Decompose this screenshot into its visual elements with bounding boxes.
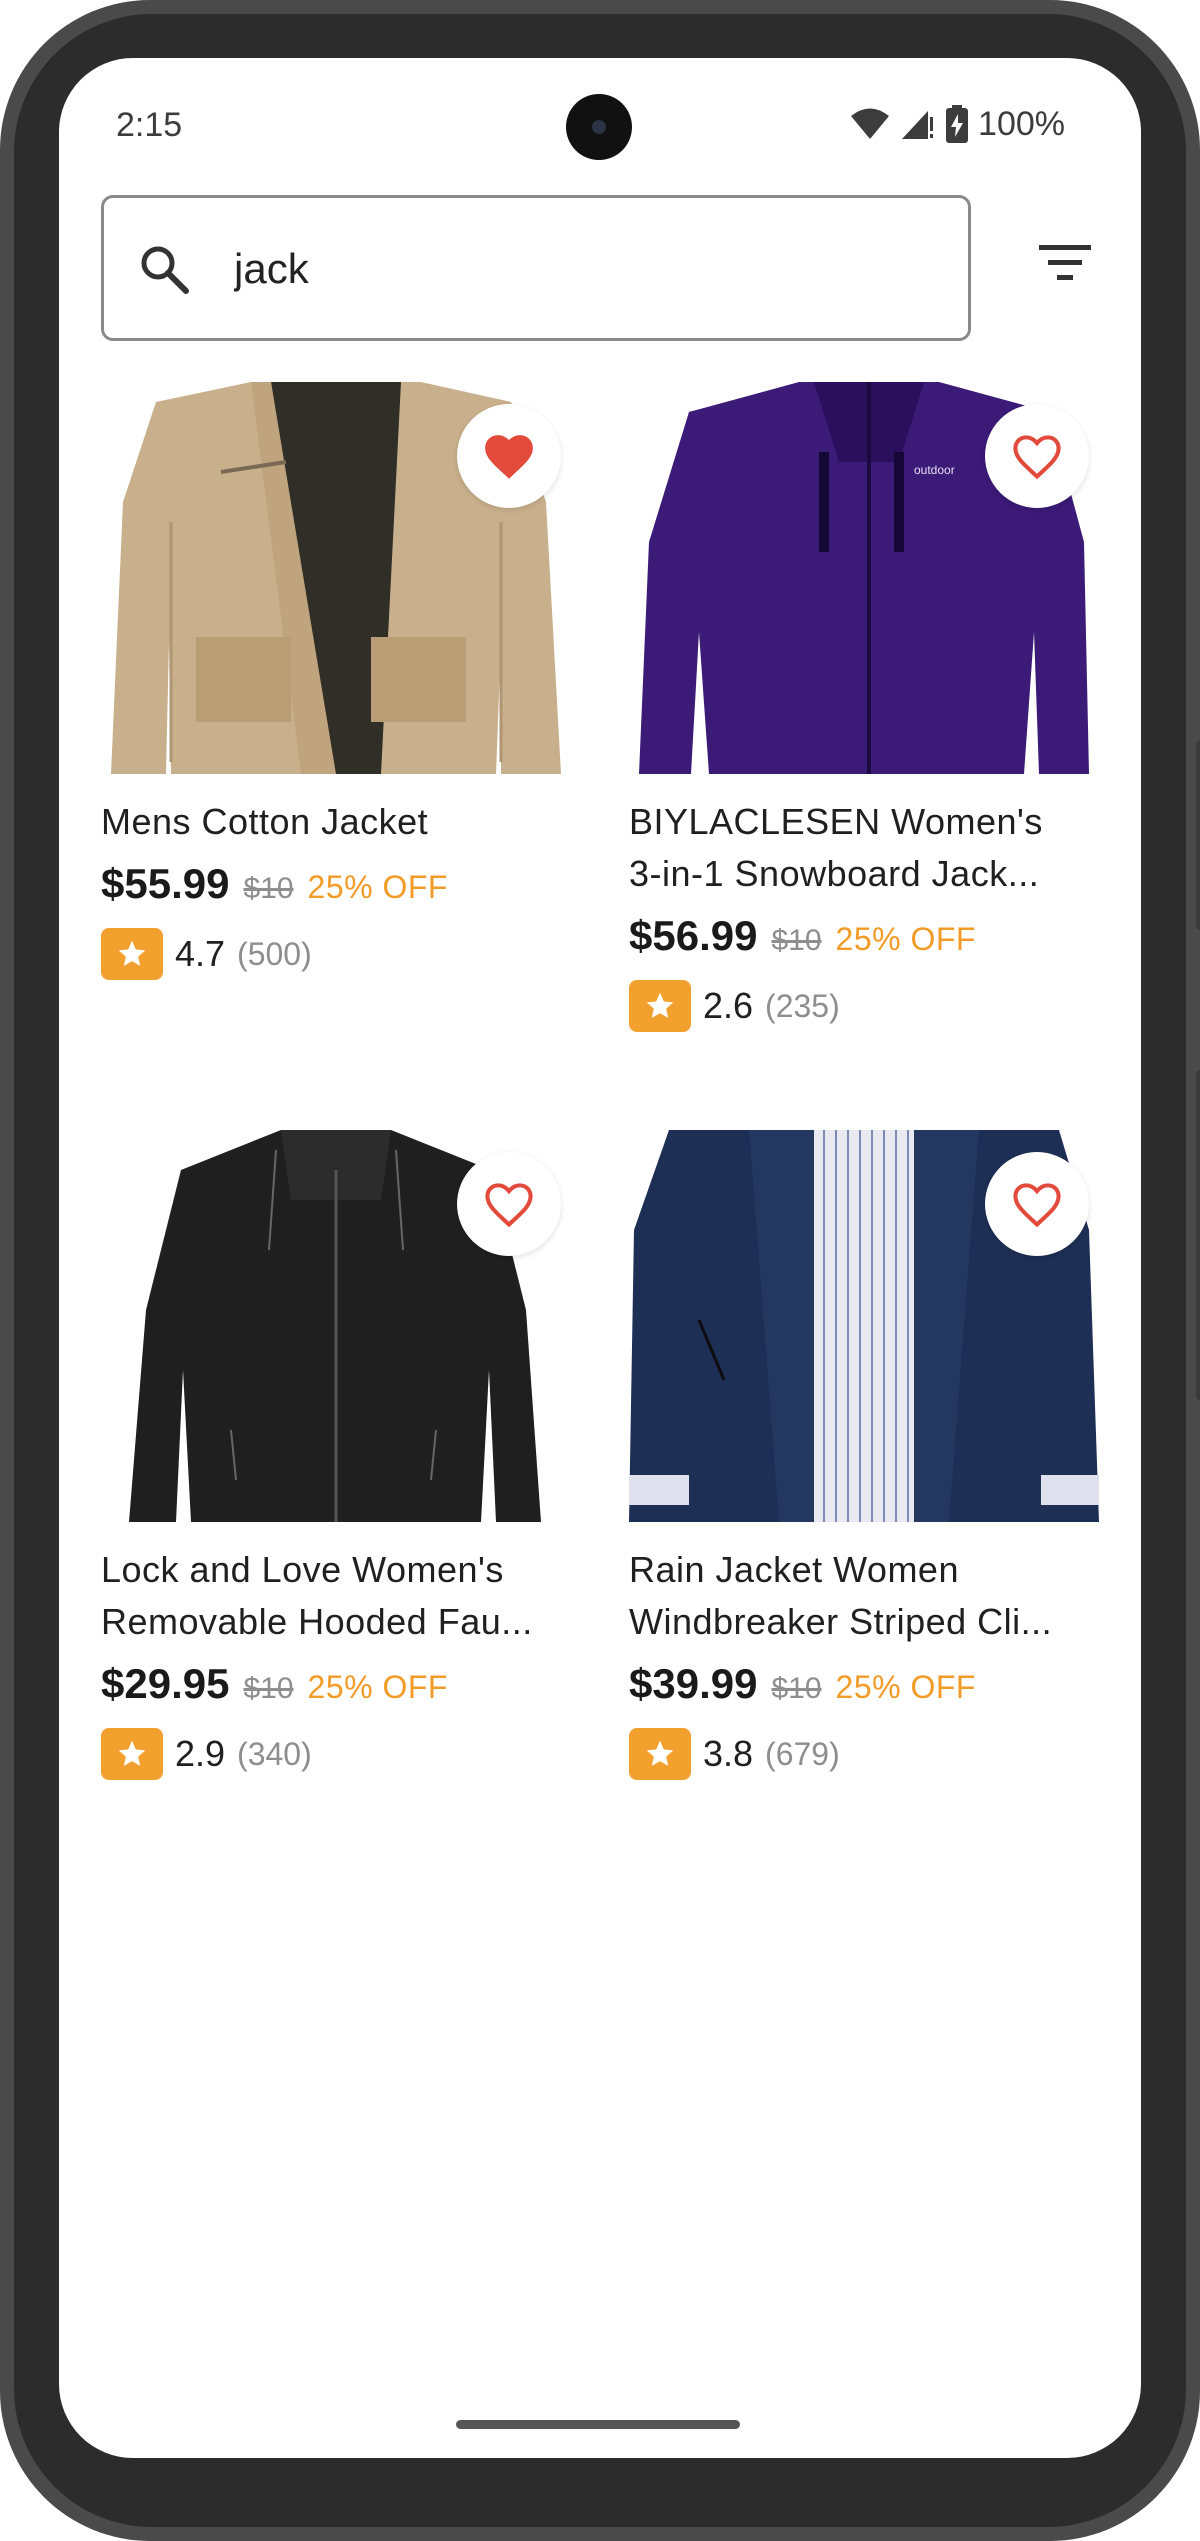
price-row: $39.99 $10 25% OFF bbox=[629, 1660, 976, 1708]
product-card[interactable]: Lock and Love Women's Removable Hooded F… bbox=[101, 1130, 571, 1830]
product-title[interactable]: Lock and Love Women's Removable Hooded F… bbox=[101, 1544, 571, 1648]
favorite-button[interactable] bbox=[457, 404, 561, 508]
phone-frame: 2:15 100% jack Mens Cotton Jacket $55.99… bbox=[0, 0, 1200, 2541]
price: $39.99 bbox=[629, 1660, 758, 1707]
heart-outline-icon bbox=[1013, 435, 1061, 480]
search-icon bbox=[141, 246, 189, 294]
price-row: $56.99 $10 25% OFF bbox=[629, 912, 976, 960]
heart-outline-icon bbox=[485, 1183, 533, 1228]
search-bar[interactable] bbox=[101, 195, 971, 341]
price-row: $29.95 $10 25% OFF bbox=[101, 1660, 448, 1708]
product-title[interactable]: Rain Jacket Women Windbreaker Striped Cl… bbox=[629, 1544, 1099, 1648]
front-camera bbox=[566, 94, 632, 160]
heart-outline-icon bbox=[1013, 1183, 1061, 1228]
rating-row: 3.8 (679) bbox=[629, 1728, 840, 1780]
price-row: $55.99 $10 25% OFF bbox=[101, 860, 448, 908]
star-icon bbox=[629, 1728, 691, 1780]
rating-value: 3.8 bbox=[703, 1733, 754, 1774]
favorite-button[interactable] bbox=[985, 404, 1089, 508]
discount-badge: 25% OFF bbox=[307, 869, 448, 905]
old-price: $10 bbox=[243, 872, 294, 905]
old-price: $10 bbox=[771, 924, 822, 957]
rating-row: 2.9 (340) bbox=[101, 1728, 312, 1780]
favorite-button[interactable] bbox=[985, 1152, 1089, 1256]
old-price: $10 bbox=[771, 1672, 822, 1705]
search-input[interactable] bbox=[234, 234, 934, 304]
product-card[interactable]: outdoor BIYLACLESEN Women's 3-in-1 Snowb… bbox=[629, 382, 1099, 1082]
price: $56.99 bbox=[629, 912, 758, 959]
discount-badge: 25% OFF bbox=[307, 1669, 448, 1705]
svg-text:outdoor: outdoor bbox=[914, 463, 955, 477]
rating-value: 2.9 bbox=[175, 1733, 226, 1774]
star-icon bbox=[629, 980, 691, 1032]
volume-button bbox=[1196, 1070, 1200, 1400]
review-count: (340) bbox=[237, 1735, 312, 1772]
old-price: $10 bbox=[243, 1672, 294, 1705]
power-button bbox=[1196, 740, 1200, 930]
signal-icon bbox=[902, 111, 934, 139]
review-count: (500) bbox=[237, 935, 312, 972]
review-count: (679) bbox=[765, 1735, 840, 1772]
favorite-button[interactable] bbox=[457, 1152, 561, 1256]
rating-value: 2.6 bbox=[703, 985, 754, 1026]
battery-charging-icon bbox=[946, 105, 969, 143]
rating-row: 2.6 (235) bbox=[629, 980, 840, 1032]
product-title[interactable]: BIYLACLESEN Women's 3-in-1 Snowboard Jac… bbox=[629, 796, 1099, 900]
product-card[interactable]: Mens Cotton Jacket $55.99 $10 25% OFF 4.… bbox=[101, 382, 571, 1082]
rating-value: 4.7 bbox=[175, 933, 226, 974]
heart-filled-icon bbox=[485, 435, 533, 479]
product-title[interactable]: Mens Cotton Jacket bbox=[101, 796, 571, 848]
filter-icon[interactable] bbox=[1039, 243, 1091, 283]
price: $29.95 bbox=[101, 1660, 230, 1707]
discount-badge: 25% OFF bbox=[835, 1669, 976, 1705]
star-icon bbox=[101, 928, 163, 980]
screen: 2:15 100% jack Mens Cotton Jacket $55.99… bbox=[59, 58, 1141, 2458]
product-card[interactable]: Rain Jacket Women Windbreaker Striped Cl… bbox=[629, 1130, 1099, 1830]
discount-badge: 25% OFF bbox=[835, 921, 976, 957]
rating-row: 4.7 (500) bbox=[101, 928, 312, 980]
wifi-icon bbox=[851, 108, 890, 139]
price: $55.99 bbox=[101, 860, 230, 907]
status-icons: 100% bbox=[850, 100, 1065, 148]
status-time: 2:15 bbox=[116, 106, 183, 144]
battery-percent: 100% bbox=[978, 104, 1065, 143]
home-indicator[interactable] bbox=[456, 2420, 740, 2429]
review-count: (235) bbox=[765, 987, 840, 1024]
star-icon bbox=[101, 1728, 163, 1780]
